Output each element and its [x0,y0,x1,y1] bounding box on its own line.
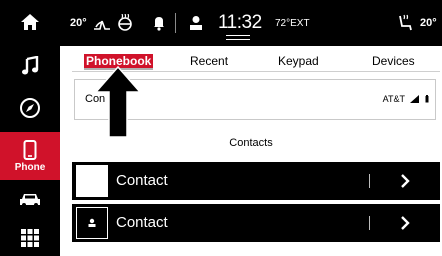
passenger-temperature[interactable]: 20° [420,0,437,46]
tab-keypad[interactable]: Keypad [278,54,319,68]
sidebar: Phone [0,0,60,256]
contact-avatar [76,165,108,197]
sidebar-item-apps[interactable] [0,220,60,256]
annotation-arrow-icon [94,66,142,138]
sidebar-item-home[interactable] [0,4,60,40]
grid-icon [21,229,39,247]
user-profile-icon[interactable] [189,0,203,46]
signal-strength-icon [410,95,419,103]
music-note-icon [22,56,39,75]
sidebar-item-media[interactable] [0,46,60,86]
person-icon [88,218,96,227]
heated-seat-icon[interactable] [116,0,134,46]
contact-row[interactable]: Contact [72,204,440,242]
car-icon [20,194,40,207]
tab-devices[interactable]: Devices [372,54,415,68]
phone-icon [23,139,37,160]
tab-recent[interactable]: Recent [190,54,228,68]
section-heading: Contacts [229,137,273,149]
sidebar-item-vehicle[interactable] [0,182,60,218]
row-divider [369,174,370,188]
chevron-right-icon[interactable] [400,215,410,231]
carrier-name: AT&T [382,94,405,104]
status-divider [175,0,176,46]
passenger-heated-seat-icon[interactable] [396,0,414,46]
contact-label: Contact [116,214,168,231]
driver-temperature[interactable]: 20° [70,0,87,46]
compass-icon [20,98,40,118]
contact-row[interactable]: Contact [72,162,440,200]
home-icon [21,14,39,30]
clock-menu-handle[interactable] [226,35,250,40]
row-divider [369,216,370,230]
sidebar-item-phone[interactable]: Phone [0,132,60,180]
contact-avatar [76,207,108,239]
battery-icon [425,95,429,103]
status-bar: 20° 11:32 72°EXT 20° [60,0,442,46]
contact-label: Contact [116,172,168,189]
heated-steering-wheel-icon[interactable] [92,0,112,46]
outside-temperature: 72°EXT [275,17,310,29]
sidebar-item-navigation[interactable] [0,88,60,128]
sidebar-item-phone-label: Phone [14,161,46,173]
chevron-right-icon[interactable] [400,173,410,189]
bell-icon[interactable] [152,0,166,46]
